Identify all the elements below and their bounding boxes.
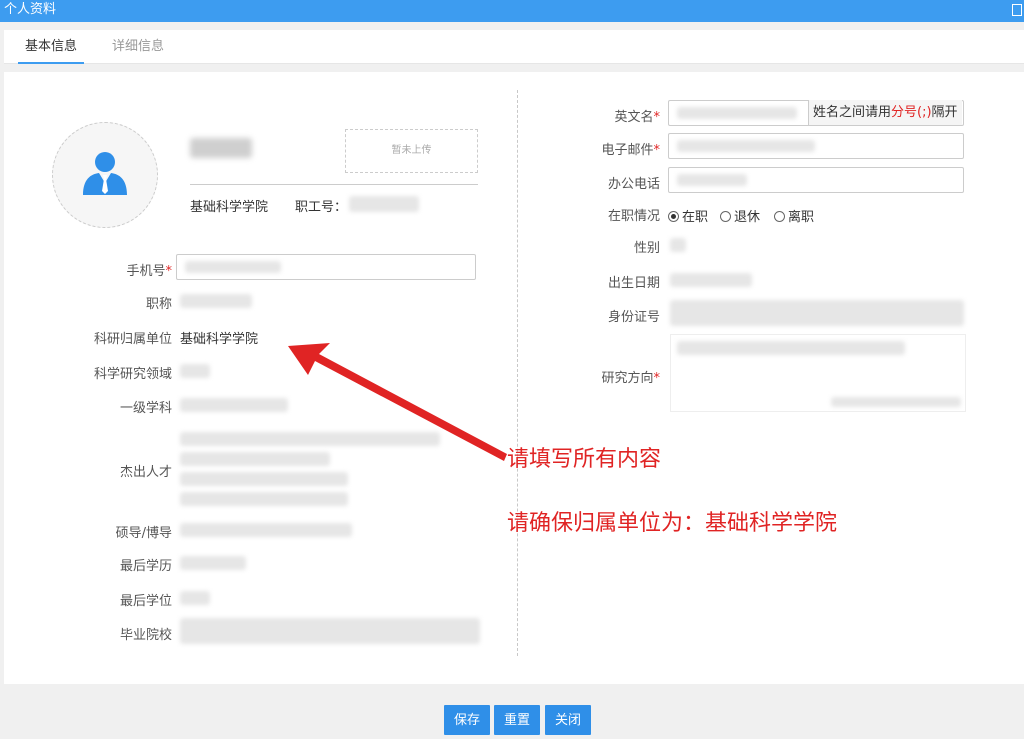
birthdate-label: 出生日期 bbox=[607, 276, 660, 291]
gender-redacted bbox=[670, 238, 686, 252]
gender-label: 性别 bbox=[633, 241, 660, 256]
annotation-fill-all: 请填写所有内容 bbox=[507, 447, 662, 472]
employment-radio-resigned[interactable]: 离职 bbox=[774, 206, 814, 225]
employment-radio-retired[interactable]: 退休 bbox=[720, 206, 760, 225]
employment-label: 在职情况 bbox=[607, 209, 660, 224]
unit-value: 基础科学学院 bbox=[180, 332, 259, 347]
radio-selected-icon bbox=[668, 211, 679, 222]
unit-label: 科研归属单位 bbox=[93, 332, 172, 347]
window-title-bar: 个人资料 bbox=[0, 0, 1024, 22]
tab-detail-info[interactable]: 详细信息 bbox=[112, 30, 178, 64]
reset-button[interactable]: 重置 bbox=[494, 705, 540, 735]
radio-unselected-icon bbox=[774, 211, 785, 222]
talent-line-4-redacted bbox=[180, 492, 348, 506]
school-redacted bbox=[180, 618, 480, 644]
birthdate-redacted bbox=[670, 273, 752, 287]
last-degree-redacted bbox=[180, 591, 210, 605]
last-education-redacted bbox=[180, 556, 246, 570]
school-label: 毕业院校 bbox=[119, 628, 172, 643]
tab-bar: 基本信息 详细信息 bbox=[4, 30, 1024, 64]
office-phone-input[interactable] bbox=[668, 167, 964, 193]
last-education-label: 最后学历 bbox=[119, 559, 172, 574]
maximize-icon[interactable] bbox=[1012, 4, 1022, 16]
discipline-label: 一级学科 bbox=[119, 401, 172, 416]
annotation-unit-reminder: 请确保归属单位为：基础科学学院 bbox=[507, 511, 838, 536]
supervisor-redacted bbox=[180, 523, 352, 537]
email-input[interactable] bbox=[668, 133, 964, 159]
discipline-redacted bbox=[180, 398, 288, 412]
form-panel: 暂未上传 基础科学学院 职工号： 手机号* 职称 科研归属单位 基础科学学院 科… bbox=[4, 72, 1024, 684]
employment-radio-active[interactable]: 在职 bbox=[668, 206, 708, 225]
email-label: 电子邮件* bbox=[601, 143, 660, 158]
id-card-redacted bbox=[670, 300, 964, 326]
tab-basic-info[interactable]: 基本信息 bbox=[18, 30, 84, 64]
english-name-label: 英文名* bbox=[614, 110, 660, 125]
research-direction-textarea[interactable] bbox=[670, 334, 966, 412]
office-phone-label: 办公电话 bbox=[607, 177, 660, 192]
supervisor-label: 硕导/博导 bbox=[115, 526, 172, 541]
red-arrow-icon bbox=[288, 343, 507, 461]
last-degree-label: 最后学位 bbox=[119, 594, 172, 609]
english-name-hint: 姓名之间请用分号(;)隔开 bbox=[808, 100, 962, 125]
id-card-label: 身份证号 bbox=[607, 310, 660, 325]
close-button[interactable]: 关闭 bbox=[545, 705, 591, 735]
talent-label: 杰出人才 bbox=[119, 465, 172, 480]
save-button[interactable]: 保存 bbox=[444, 705, 490, 735]
window-title: 个人资料 bbox=[4, 2, 57, 17]
talent-line-3-redacted bbox=[180, 472, 348, 486]
radio-unselected-icon bbox=[720, 211, 731, 222]
